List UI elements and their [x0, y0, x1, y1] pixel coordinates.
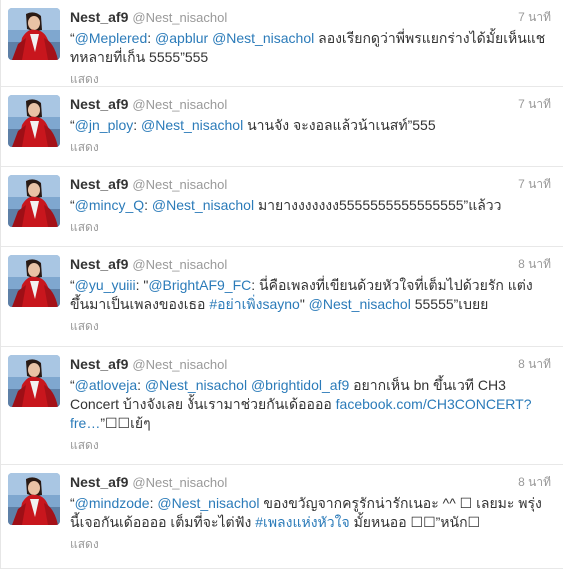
profile-photo-icon	[8, 8, 60, 60]
tweet-text-segment: : "	[135, 277, 149, 293]
profile-photo-icon	[8, 355, 60, 407]
tweet-text-segment: มั้ยหนออ ☐☐”หนัก☐	[349, 514, 481, 530]
mention-link[interactable]: @jn_ploy	[75, 117, 134, 133]
timestamp[interactable]: 7 นาที	[518, 175, 551, 194]
tweet[interactable]: Nest_af9 @Nest_nisachol 7 นาที “@mincy_Q:…	[1, 167, 563, 247]
tweet-text-segment: :	[144, 197, 152, 213]
display-name[interactable]: Nest_af9	[70, 9, 128, 25]
profile-photo-icon	[8, 175, 60, 227]
expand-link[interactable]: แสดง	[70, 535, 551, 554]
avatar[interactable]	[8, 473, 60, 525]
display-name[interactable]: Nest_af9	[70, 474, 128, 490]
mention-link[interactable]: @mindzode	[75, 495, 150, 511]
expand-link[interactable]: แสดง	[70, 138, 551, 157]
tweet-text-segment: :	[137, 377, 145, 393]
mention-link[interactable]: @mincy_Q	[75, 197, 144, 213]
tweet-timeline: Nest_af9 @Nest_nisachol 7 นาที “@Meplered…	[0, 0, 563, 569]
tweet[interactable]: Nest_af9 @Nest_nisachol 7 นาที “@Meplered…	[1, 0, 563, 87]
display-name[interactable]: Nest_af9	[70, 256, 128, 272]
tweet-text: “@Meplered: @apblur @Nest_nisachol ลองเร…	[70, 29, 551, 67]
expand-link[interactable]: แสดง	[70, 317, 551, 336]
avatar[interactable]	[8, 175, 60, 227]
timestamp[interactable]: 8 นาที	[518, 473, 551, 492]
expand-link[interactable]: แสดง	[70, 218, 551, 237]
mention-link[interactable]: @BrightAF9_FC	[148, 277, 251, 293]
tweet-text-segment: 55555”เบยย	[410, 296, 489, 312]
username[interactable]: @Nest_nisachol	[132, 357, 227, 372]
mention-link[interactable]: @Nest_nisachol	[157, 495, 259, 511]
tweet-text: “@yu_yuiii: "@BrightAF9_FC: นี่คือเพลงที…	[70, 276, 551, 314]
display-name[interactable]: Nest_af9	[70, 356, 128, 372]
username[interactable]: @Nest_nisachol	[132, 177, 227, 192]
mention-link[interactable]: @Nest_nisachol	[309, 296, 411, 312]
timestamp[interactable]: 7 นาที	[518, 95, 551, 114]
mention-link[interactable]: @Nest_nisachol	[141, 117, 243, 133]
tweet-text-segment: :	[147, 30, 156, 46]
mention-link[interactable]: @apblur	[155, 30, 208, 46]
username[interactable]: @Nest_nisachol	[132, 257, 227, 272]
tweet-text-segment: "	[299, 296, 309, 312]
tweet-text-segment: นานจัง จะงอลแล้วน้าเนสท์”555	[243, 117, 436, 133]
display-name[interactable]: Nest_af9	[70, 96, 128, 112]
mention-link[interactable]: @Nest_nisachol	[152, 197, 254, 213]
timestamp[interactable]: 8 นาที	[518, 255, 551, 274]
mention-link[interactable]: @atloveja	[75, 377, 137, 393]
tweet-text-segment: ”☐☐เย้ๆ	[100, 415, 151, 431]
profile-photo-icon	[8, 255, 60, 307]
tweet[interactable]: Nest_af9 @Nest_nisachol 8 นาที “@atloveja…	[1, 347, 563, 465]
timestamp[interactable]: 8 นาที	[518, 355, 551, 374]
tweet-text: “@mindzode: @Nest_nisachol ของขวัญจากครู…	[70, 494, 551, 532]
tweet-text-segment: มายางงงงงงง5555555555555555”แล้วว	[254, 197, 502, 213]
avatar[interactable]	[8, 355, 60, 407]
tweet-text: “@jn_ploy: @Nest_nisachol นานจัง จะงอลแล…	[70, 116, 551, 135]
avatar[interactable]	[8, 255, 60, 307]
avatar[interactable]	[8, 95, 60, 147]
username[interactable]: @Nest_nisachol	[132, 10, 227, 25]
tweet[interactable]: Nest_af9 @Nest_nisachol 8 นาที “@mindzode…	[1, 465, 563, 569]
mention-link[interactable]: @Meplered	[75, 30, 148, 46]
display-name[interactable]: Nest_af9	[70, 176, 128, 192]
mention-link[interactable]: @yu_yuiii	[75, 277, 136, 293]
hashtag-link[interactable]: #อย่าเพิ่งsayno	[209, 296, 299, 312]
username[interactable]: @Nest_nisachol	[132, 475, 227, 490]
mention-link[interactable]: @Nest_nisachol	[212, 30, 314, 46]
tweet[interactable]: Nest_af9 @Nest_nisachol 7 นาที “@jn_ploy:…	[1, 87, 563, 167]
timestamp[interactable]: 7 นาที	[518, 8, 551, 27]
tweet-text-segment: :	[133, 117, 142, 133]
tweet-text: “@atloveja: @Nest_nisachol @brightidol_a…	[70, 376, 551, 433]
hashtag-link[interactable]: #เพลงแห่งหัวใจ	[255, 514, 349, 530]
tweet[interactable]: Nest_af9 @Nest_nisachol 8 นาที “@yu_yuiii…	[1, 247, 563, 347]
profile-photo-icon	[8, 473, 60, 525]
profile-photo-icon	[8, 95, 60, 147]
mention-link[interactable]: @brightidol_af9	[251, 377, 349, 393]
tweet-text: “@mincy_Q: @Nest_nisachol มายางงงงงงง555…	[70, 196, 551, 215]
avatar[interactable]	[8, 8, 60, 60]
expand-link[interactable]: แสดง	[70, 436, 551, 455]
mention-link[interactable]: @Nest_nisachol	[145, 377, 247, 393]
username[interactable]: @Nest_nisachol	[132, 97, 227, 112]
